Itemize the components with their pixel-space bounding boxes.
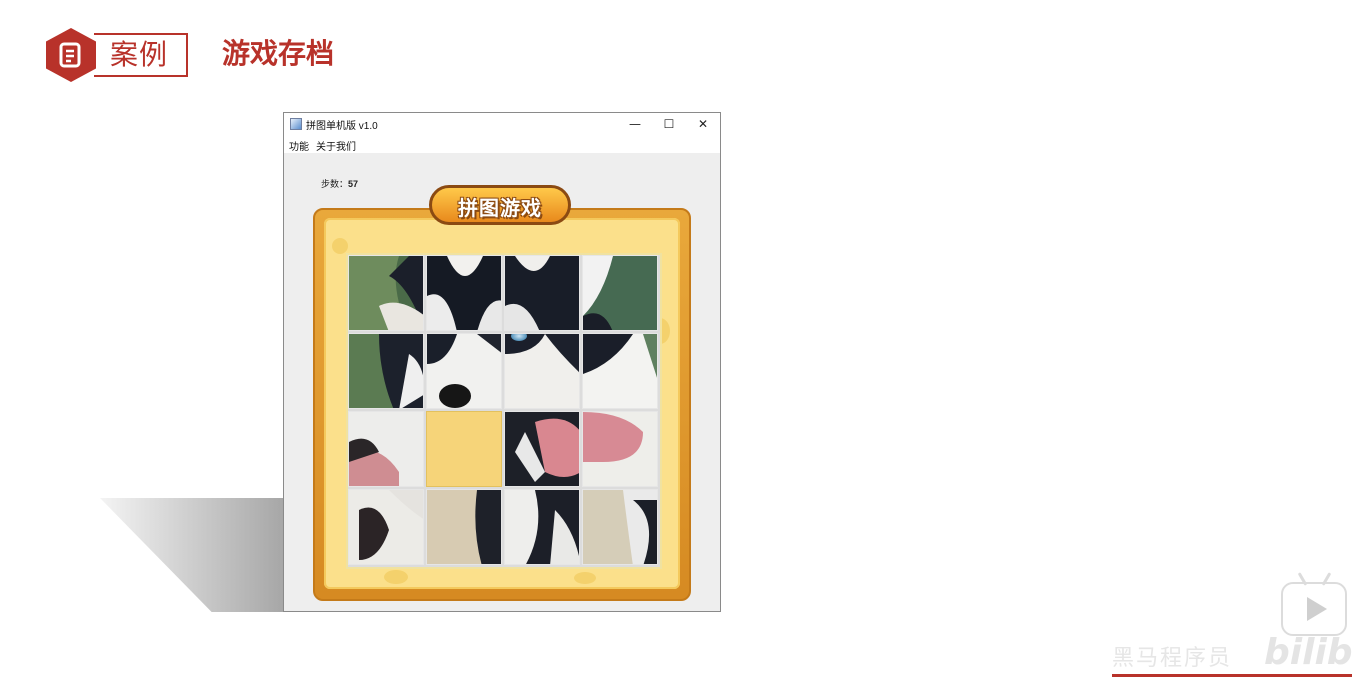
puzzle-tile[interactable] [504, 333, 580, 409]
play-icon[interactable] [1281, 582, 1347, 636]
frame-decoration [332, 238, 348, 254]
document-icon [59, 42, 81, 68]
puzzle-tile[interactable] [348, 255, 424, 331]
watermark-text: 黑马程序员 [1112, 646, 1233, 671]
frame-decoration [384, 570, 408, 584]
puzzle-board [346, 253, 662, 569]
puzzle-tile[interactable] [426, 489, 502, 565]
puzzle-tile[interactable] [582, 255, 658, 331]
close-button[interactable]: ✕ [686, 113, 720, 135]
step-counter-label: 步数： [321, 179, 349, 189]
step-counter-value: 57 [348, 179, 359, 189]
menu-bar: 功能 关于我们 [284, 135, 720, 153]
puzzle-tile[interactable] [348, 411, 424, 487]
puzzle-tile[interactable] [504, 411, 580, 487]
menu-about-us[interactable]: 关于我们 [316, 138, 356, 153]
puzzle-tile[interactable] [582, 489, 658, 565]
step-counter: 步数：57 [321, 177, 358, 190]
app-window: 拼图单机版 v1.0 — ☐ ✕ 功能 关于我们 步数：57 拼图游戏 [283, 112, 721, 612]
java-app-icon [290, 118, 302, 130]
puzzle-tile[interactable] [426, 255, 502, 331]
puzzle-tile[interactable] [582, 411, 658, 487]
slide-title: 游戏存档 [222, 37, 335, 70]
window-title: 拼图单机版 v1.0 [306, 121, 378, 132]
title-bar[interactable]: 拼图单机版 v1.0 — ☐ ✕ [284, 113, 720, 135]
menu-function[interactable]: 功能 [289, 138, 309, 153]
puzzle-tile[interactable] [426, 333, 502, 409]
game-banner: 拼图游戏 [429, 185, 571, 225]
window-shadow [100, 498, 286, 612]
empty-tile [426, 411, 502, 487]
puzzle-tile[interactable] [348, 489, 424, 565]
section-badge-icon [46, 28, 96, 82]
puzzle-tile[interactable] [348, 333, 424, 409]
game-banner-text: 拼图游戏 [458, 196, 542, 220]
maximize-button[interactable]: ☐ [652, 113, 686, 135]
frame-decoration [574, 572, 596, 584]
minimize-button[interactable]: — [618, 113, 652, 135]
section-label: 案例 [110, 38, 169, 71]
puzzle-tile[interactable] [582, 333, 658, 409]
bilibili-logo: bilibili [1264, 632, 1352, 673]
puzzle-tile[interactable] [504, 255, 580, 331]
puzzle-tile[interactable] [504, 489, 580, 565]
